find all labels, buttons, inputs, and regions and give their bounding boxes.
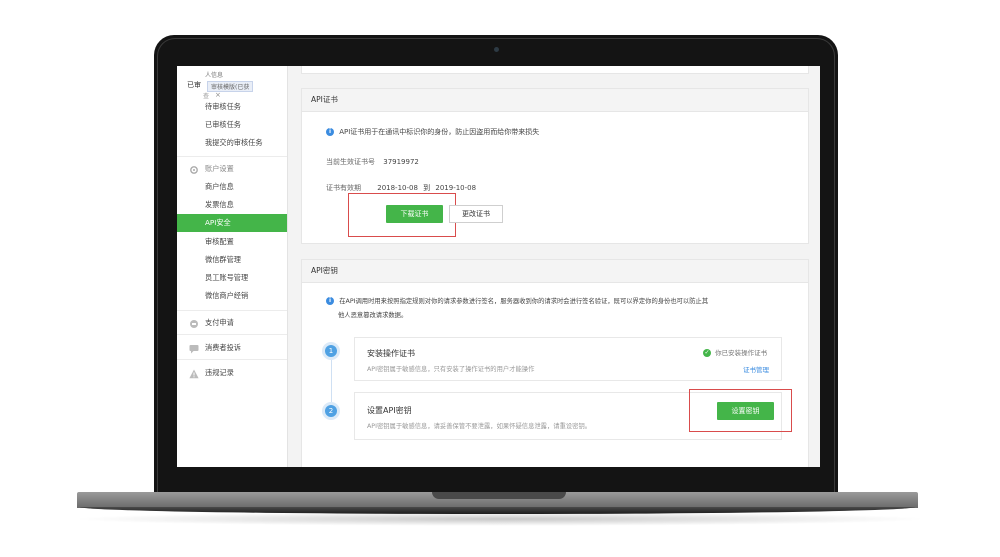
previous-panel-edge <box>301 66 809 74</box>
step-1-status-text: 你已安装操作证书 <box>715 349 768 357</box>
sidebar-item-invoice-info[interactable]: 发票信息 <box>177 196 287 214</box>
sidebar-divider <box>177 310 287 311</box>
api-key-panel: API密钥 i 在API调用时用来按照指定规则对你的请求参数进行签名，服务器收到… <box>301 259 809 467</box>
api-key-title: API密钥 <box>302 260 808 283</box>
api-key-notice-line2: 他人恶意篡改请求数据。 <box>338 312 408 319</box>
sidebar-divider <box>177 156 287 157</box>
info-icon: i <box>326 297 334 305</box>
fragment-audited: 已审 <box>187 81 201 89</box>
gear-icon <box>189 164 199 174</box>
sidebar-item-merchant-info[interactable]: 商户信息 <box>177 178 287 196</box>
certificate-serial-row: 当前生效证书号 37919972 <box>326 157 419 167</box>
sidebar-item-audit-config[interactable]: 审核配置 <box>177 233 287 251</box>
fragment-template-tooltip: 审核模版(已获 <box>207 81 254 92</box>
sidebar-divider <box>177 334 287 335</box>
sidebar-item-staff-accounts[interactable]: 员工账号管理 <box>177 269 287 287</box>
step-2-desc: API密钥属于敏感信息，请妥善保管不要泄露，如果怀疑信息泄露，请重设密钥。 <box>367 423 592 430</box>
laptop-shadow <box>70 512 930 526</box>
set-key-button[interactable]: 设置密钥 <box>717 402 774 420</box>
api-certificate-notice-text: API证书用于在通讯中标识你的身份，防止因盗用而给你带来损失 <box>339 128 540 136</box>
sidebar-item-wechat-group[interactable]: 微信群管理 <box>177 251 287 269</box>
sidebar-group-violation[interactable]: 违规记录 <box>177 364 287 382</box>
download-certificate-button[interactable]: 下载证书 <box>386 205 443 223</box>
sidebar: 人信息 已审 审核模版(已获 查 × 待审核任务 已审核任务 我提交的审核任务 … <box>177 66 288 467</box>
sidebar-item-wechat-merchant[interactable]: 微信商户经销 <box>177 287 287 305</box>
step-1-title: 安装操作证书 <box>367 349 415 358</box>
api-certificate-panel: API证书 i API证书用于在通讯中标识你的身份，防止因盗用而给你带来损失 当… <box>301 88 809 244</box>
step-1-desc: API密钥属于敏感信息，只有安装了操作证书的用户才能操作 <box>367 366 535 373</box>
sidebar-group-account[interactable]: 账户设置 <box>177 160 287 178</box>
api-key-notice-line1: 在API调用时用来按照指定规则对你的请求参数进行签名，服务器收到你的请求时会进行… <box>339 298 709 305</box>
sidebar-item-api-security[interactable]: API安全 <box>177 214 287 232</box>
sidebar-group-account-label: 账户设置 <box>205 164 234 173</box>
sidebar-divider <box>177 359 287 360</box>
api-certificate-notice: i API证书用于在通讯中标识你的身份，防止因盗用而给你带来损失 <box>326 127 539 137</box>
step-1-card: 安装操作证书 API密钥属于敏感信息，只有安装了操作证书的用户才能操作 ✓ 你已… <box>354 337 782 381</box>
change-certificate-button[interactable]: 更改证书 <box>449 205 503 223</box>
step-1-number: 1 <box>325 345 337 357</box>
sidebar-group-complaint[interactable]: 消费者投诉 <box>177 339 287 357</box>
step-2-number: 2 <box>325 405 337 417</box>
sidebar-group-complaint-label: 消费者投诉 <box>205 343 241 352</box>
payment-icon <box>189 318 199 328</box>
webcam <box>494 47 499 52</box>
screen: 人信息 已审 审核模版(已获 查 × 待审核任务 已审核任务 我提交的审核任务 … <box>177 66 820 467</box>
laptop-notch <box>432 492 566 499</box>
sidebar-item-audited-tasks[interactable]: 已审核任务 <box>177 116 287 134</box>
certificate-validity-start: 2018-10-08 <box>377 184 418 192</box>
certificate-validity-end: 2019-10-08 <box>435 184 477 192</box>
sidebar-group-violation-label: 违规记录 <box>205 368 234 377</box>
chat-bubble-icon <box>189 343 199 354</box>
api-key-notice: i 在API调用时用来按照指定规则对你的请求参数进行签名，服务器收到你的请求时会… <box>326 296 708 305</box>
certificate-serial-value: 37919972 <box>383 158 419 166</box>
main-content: API证书 i API证书用于在通讯中标识你的身份，防止因盗用而给你带来损失 当… <box>301 66 809 467</box>
certificate-validity-label: 证书有效期 <box>326 184 361 192</box>
check-circle-icon: ✓ <box>703 349 711 357</box>
sidebar-item-submitted-tasks[interactable]: 我提交的审核任务 <box>177 134 287 152</box>
sidebar-item-pending-tasks[interactable]: 待审核任务 <box>177 98 287 116</box>
certificate-management-link[interactable]: 证书管理 <box>743 364 769 374</box>
api-certificate-title: API证书 <box>302 89 808 112</box>
step-connector <box>331 350 332 410</box>
info-icon: i <box>326 128 334 136</box>
certificate-validity-row: 证书有效期 2018-10-08 到 2019-10-08 <box>326 183 476 193</box>
sidebar-group-payment-label: 支付申请 <box>205 318 234 327</box>
sidebar-overlay-fragments: 人信息 已审 审核模版(已获 查 × <box>187 70 287 100</box>
certificate-serial-label: 当前生效证书号 <box>326 158 375 166</box>
step-2-title: 设置API密钥 <box>367 406 412 415</box>
fragment-user-info: 人信息 <box>205 72 224 79</box>
warning-icon <box>189 368 199 379</box>
step-1-status: ✓ 你已安装操作证书 <box>703 347 767 357</box>
sidebar-group-payment[interactable]: 支付申请 <box>177 314 287 332</box>
certificate-validity-to: 到 <box>423 184 431 192</box>
